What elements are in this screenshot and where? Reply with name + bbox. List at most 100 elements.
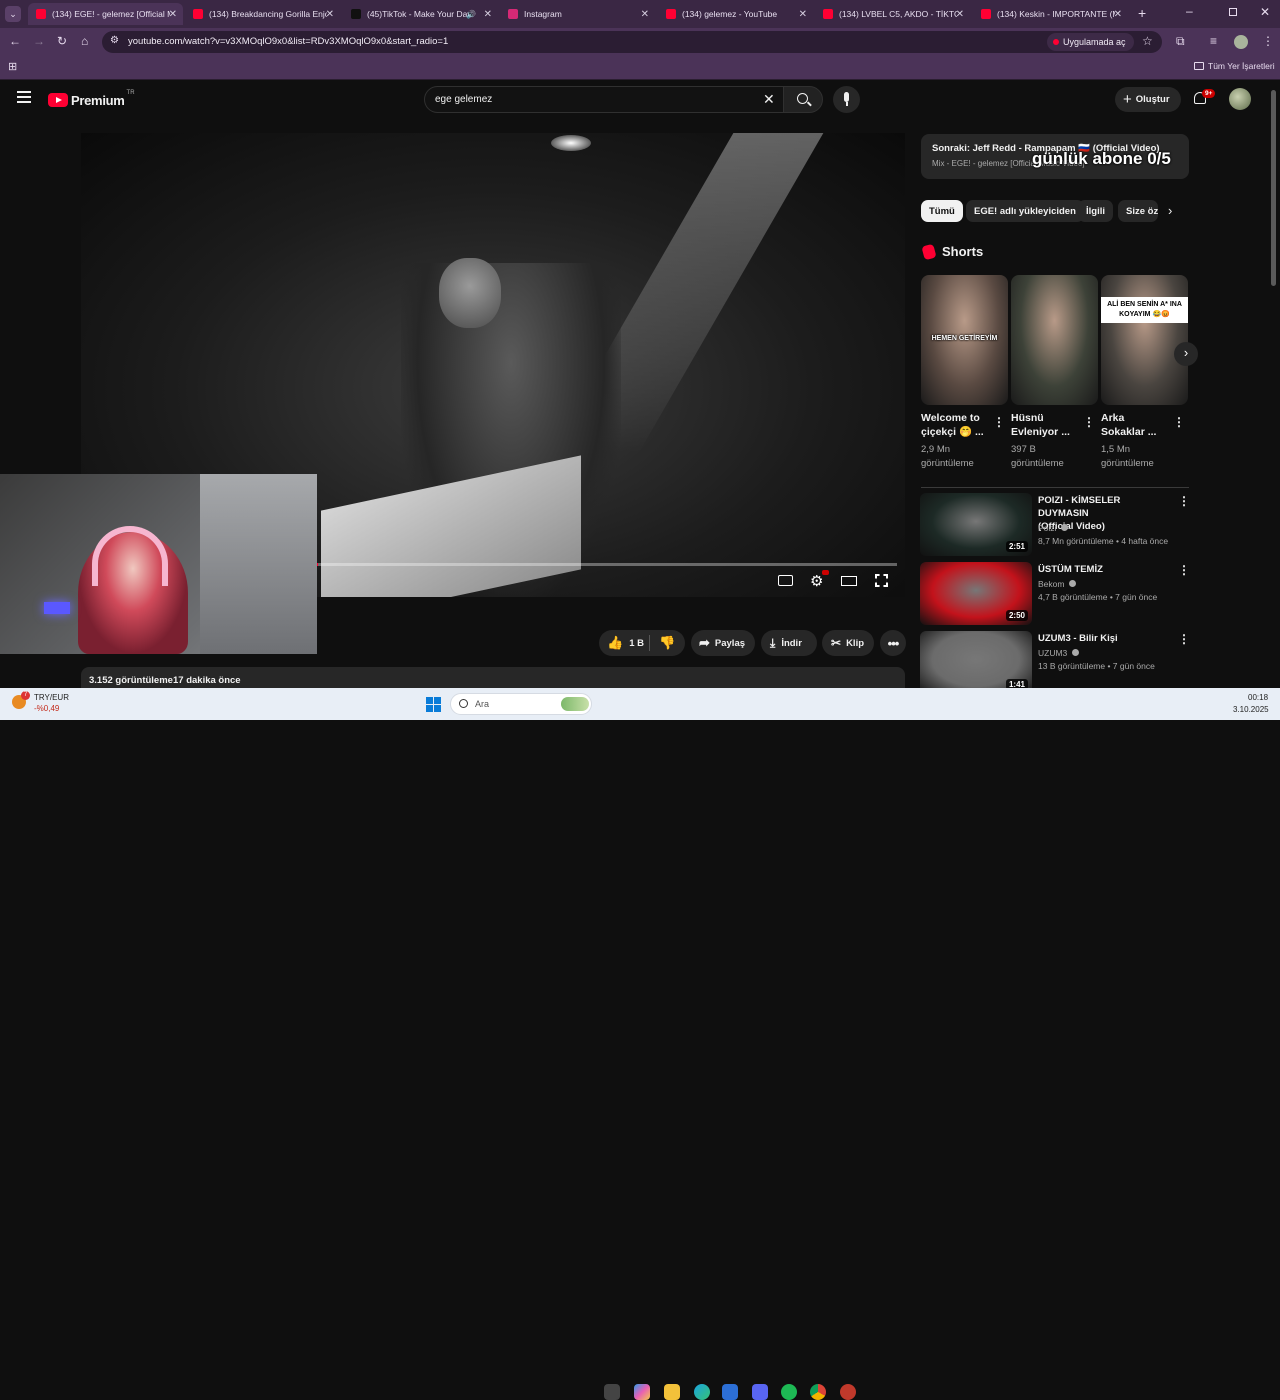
short-thumbnail[interactable] xyxy=(1011,275,1098,405)
bookmark-star-icon[interactable]: ☆ xyxy=(1142,34,1153,48)
clear-search-icon[interactable]: ✕ xyxy=(763,91,775,108)
forward-icon[interactable]: → xyxy=(33,34,45,48)
new-tab-button[interactable]: + xyxy=(1138,5,1146,21)
short-menu-icon[interactable]: ⋮ xyxy=(993,415,1005,429)
tab-close-icon[interactable]: ✕ xyxy=(1114,9,1122,20)
chrome-icon[interactable] xyxy=(810,1384,826,1400)
video-menu-icon[interactable]: ⋮ xyxy=(1178,494,1190,508)
browser-tab[interactable]: (134) gelemez - YouTube ✕ xyxy=(658,3,813,25)
tab-close-icon[interactable]: ✕ xyxy=(641,9,649,20)
video-thumbnail[interactable]: 2:51 xyxy=(920,493,1032,556)
download-button[interactable]: ⤓ İndir xyxy=(761,630,817,656)
dislike-icon[interactable]: 👎 xyxy=(659,635,675,651)
video-menu-icon[interactable]: ⋮ xyxy=(1178,632,1190,646)
like-button[interactable]: 👍 1 B 👎 xyxy=(599,630,685,656)
browser-menu-icon[interactable]: ⋮ xyxy=(1262,34,1274,48)
tab-search-button[interactable]: ⌄ xyxy=(5,6,21,22)
create-button[interactable]: + Oluştur xyxy=(1115,87,1181,112)
search-button[interactable] xyxy=(783,86,823,113)
video-thumbnail[interactable]: 1:41 xyxy=(920,631,1032,694)
channel-name: Bekom xyxy=(1038,579,1065,589)
reload-icon[interactable]: ↻ xyxy=(57,34,67,48)
profile-avatar-icon[interactable] xyxy=(1234,35,1248,49)
discord-icon[interactable] xyxy=(752,1384,768,1400)
file-explorer-icon[interactable] xyxy=(664,1384,680,1400)
minimize-icon[interactable]: – xyxy=(1186,4,1193,18)
video-title[interactable]: ÜSTÜM TEMİZ xyxy=(1038,563,1173,576)
spotify-icon[interactable] xyxy=(781,1384,797,1400)
account-avatar[interactable] xyxy=(1229,88,1251,110)
page-scrollbar[interactable] xyxy=(1271,90,1276,286)
create-label: Oluştur xyxy=(1135,94,1170,105)
download-icon: ⤓ xyxy=(770,635,776,650)
fullscreen-icon[interactable] xyxy=(875,574,888,587)
reading-list-icon[interactable]: ≡ xyxy=(1210,34,1217,48)
short-title[interactable]: Hüsnü Evleniyor ... xyxy=(1011,411,1070,439)
up-next-card[interactable]: Sonraki: Jeff Redd - Rampapam 🇷🇺 (Offici… xyxy=(921,134,1189,179)
task-view-icon[interactable] xyxy=(604,1384,620,1400)
short-menu-icon[interactable]: ⋮ xyxy=(1173,415,1185,429)
settings-gear-icon[interactable]: ⚙ xyxy=(810,572,823,590)
tab-close-icon[interactable]: ✕ xyxy=(169,9,177,20)
close-window-icon[interactable]: ✕ xyxy=(1260,5,1270,19)
browser-tab[interactable]: (134) Keskin - IMPORTANTE (M ✕ xyxy=(973,3,1128,25)
browser-tab[interactable]: (134) Breakdancing Gorilla Enjo ✕ xyxy=(185,3,340,25)
video-title[interactable]: UZUM3 - Bilir Kişi xyxy=(1038,632,1173,645)
tab-close-icon[interactable]: ✕ xyxy=(326,9,334,20)
restore-icon[interactable] xyxy=(1229,8,1237,16)
windows-start-icon[interactable] xyxy=(426,697,441,712)
store-icon[interactable] xyxy=(722,1384,738,1400)
open-in-app-button[interactable]: Uygulamada aç xyxy=(1047,33,1134,51)
apps-grid-icon[interactable]: ⊞ xyxy=(8,60,17,73)
video-menu-icon[interactable]: ⋮ xyxy=(1178,563,1190,577)
theater-mode-icon[interactable] xyxy=(841,576,857,586)
copilot-icon[interactable] xyxy=(634,1384,650,1400)
video-channel[interactable]: UZUM3 xyxy=(1038,647,1079,660)
browser-tab[interactable]: (45)TikTok - Make Your Day 🔊 ✕ xyxy=(343,3,498,25)
taskbar-search-box[interactable]: Ara xyxy=(450,693,592,715)
short-thumbnail[interactable]: HEMEN GETİREYİM xyxy=(921,275,1008,405)
chips-next-icon[interactable]: › xyxy=(1168,203,1172,218)
logo-region: TR xyxy=(126,90,135,96)
search-input[interactable]: ege gelemez ✕ xyxy=(424,86,784,113)
browser-tab[interactable]: (134) LVBEL C5, AKDO - TİKTOK ✕ xyxy=(815,3,970,25)
extensions-icon[interactable]: ⧉ xyxy=(1176,34,1185,49)
home-icon[interactable]: ⌂ xyxy=(81,34,88,48)
short-menu-icon[interactable]: ⋮ xyxy=(1083,415,1095,429)
site-info-icon[interactable]: ⚙ xyxy=(110,35,119,46)
browser-tab[interactable]: Instagram ✕ xyxy=(500,3,655,25)
tab-close-icon[interactable]: ✕ xyxy=(799,9,807,20)
filter-chip[interactable]: İlgili xyxy=(1078,200,1113,222)
youtube-logo[interactable]: Premium TR xyxy=(48,90,135,109)
more-horizontal-icon: ••• xyxy=(887,635,900,651)
video-channel[interactable]: Bekom xyxy=(1038,578,1076,591)
browser-tab[interactable]: (134) EGE! - gelemez [Official M ✕ xyxy=(28,3,183,25)
tab-close-icon[interactable]: ✕ xyxy=(956,9,964,20)
url-field[interactable]: ⚙ youtube.com/watch?v=v3XMOqlO9x0&list=R… xyxy=(102,31,1162,53)
short-thumbnail[interactable]: ALİ BEN SENİN A* INA KOYAYIM 😂😡 xyxy=(1101,275,1188,405)
shorts-next-button[interactable]: › xyxy=(1174,342,1198,366)
all-bookmarks-folder[interactable]: Tüm Yer İşaretleri xyxy=(1194,61,1275,71)
short-title[interactable]: Welcome to çiçekçi 🤭 ... xyxy=(921,411,984,439)
app-red-icon[interactable] xyxy=(840,1384,856,1400)
webcam-overlay xyxy=(0,474,317,654)
edge-icon[interactable] xyxy=(694,1384,710,1400)
clip-button[interactable]: ✂ Klip xyxy=(822,630,874,656)
filter-chip[interactable]: Tümü xyxy=(921,200,963,222)
video-channel[interactable]: Poizi xyxy=(1038,522,1068,535)
tab-audio-icon[interactable]: 🔊 xyxy=(466,10,476,19)
windows-taskbar: 7 TRY/EUR -%0,49 Ara 00:18 3.10.2025 xyxy=(0,688,1280,1400)
filter-chip[interactable]: EGE! adlı yükleyiciden xyxy=(966,200,1084,222)
video-thumbnail[interactable]: 2:50 xyxy=(920,562,1032,625)
back-icon[interactable]: ← xyxy=(9,34,21,48)
subtitles-icon[interactable] xyxy=(778,575,793,586)
hamburger-menu-icon[interactable] xyxy=(17,91,31,103)
short-title-line2: çiçekçi 🤭 ... xyxy=(921,426,984,438)
share-button[interactable]: ➦ Paylaş xyxy=(691,630,755,656)
more-actions-button[interactable]: ••• xyxy=(880,630,906,656)
voice-search-button[interactable] xyxy=(833,86,860,113)
short-title[interactable]: Arka Sokaklar ... xyxy=(1101,411,1156,439)
shorts-logo-icon xyxy=(921,243,937,261)
tab-close-icon[interactable]: ✕ xyxy=(484,9,492,20)
filter-chip[interactable]: Size öz xyxy=(1118,200,1158,222)
